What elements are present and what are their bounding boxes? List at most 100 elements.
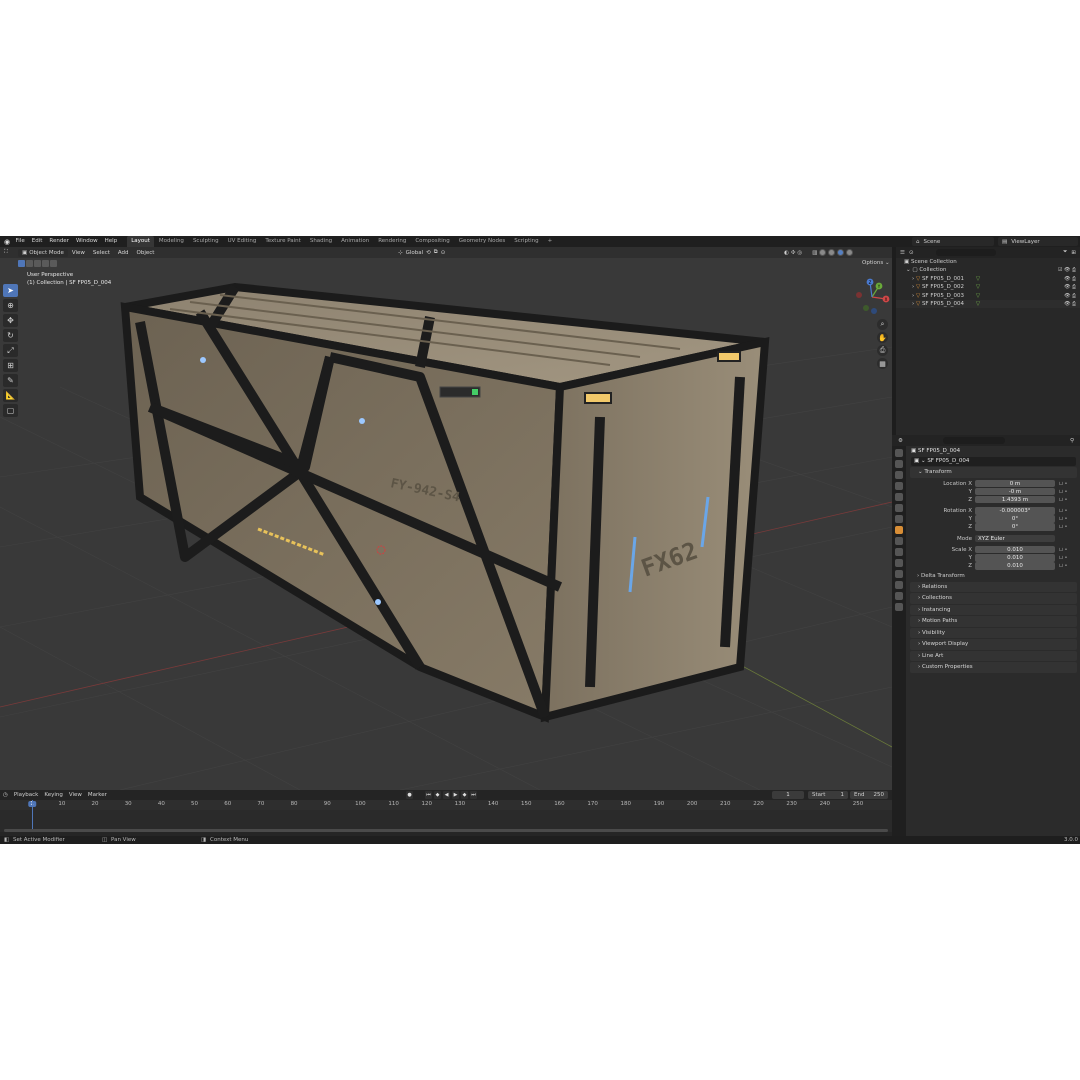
properties-editor-icon[interactable]: ⚙ bbox=[898, 438, 903, 444]
expand-arrow-icon[interactable]: › bbox=[912, 293, 914, 299]
tab-geometry-nodes[interactable]: Geometry Nodes bbox=[454, 236, 509, 247]
proportional-edit-icon[interactable]: ⊙ bbox=[441, 250, 446, 256]
properties-search-input[interactable] bbox=[942, 437, 1005, 444]
menu-file[interactable]: File bbox=[12, 236, 28, 247]
transform-tool-icon[interactable]: ⊞ bbox=[3, 359, 18, 372]
modifiers-tab-icon[interactable] bbox=[895, 537, 903, 545]
lock-icon[interactable]: ⊔ • bbox=[1059, 562, 1067, 570]
lock-icon[interactable]: ⊔ • bbox=[1059, 554, 1067, 562]
menu-marker[interactable]: Marker bbox=[85, 792, 110, 798]
scene-selector[interactable]: ⌂ Scene bbox=[912, 237, 994, 246]
tool-tab-icon[interactable] bbox=[895, 449, 903, 457]
menu-playback[interactable]: Playback bbox=[11, 792, 42, 798]
lock-icon[interactable]: ⊔ • bbox=[1059, 523, 1067, 531]
outliner-item[interactable]: › ▽ SF FP05_D_001 ▽ 👁 ⎙ bbox=[896, 275, 1080, 283]
end-frame-field[interactable]: End 250 bbox=[850, 791, 888, 799]
xray-icon[interactable]: ▥ bbox=[812, 250, 817, 256]
viewport-display-panel-header[interactable]: › Viewport Display bbox=[910, 639, 1077, 650]
world-tab-icon[interactable] bbox=[895, 504, 903, 512]
rotation-mode-select[interactable]: XYZ Euler bbox=[975, 534, 1055, 543]
outliner-item[interactable]: › ▽ SF FP05_D_003 ▽ 👁 ⎙ bbox=[896, 292, 1080, 300]
tab-sculpting[interactable]: Sculpting bbox=[188, 236, 223, 247]
scale-y-field[interactable]: 0.010 bbox=[975, 554, 1055, 562]
outliner-search-input[interactable] bbox=[935, 249, 996, 256]
timeline-editor[interactable]: ◷ Playback Keying View Marker ● ⏮ ◆ ◀ ▶ … bbox=[0, 790, 892, 836]
lock-icon[interactable]: ⊔ • bbox=[1059, 507, 1067, 515]
navigation-gizmo[interactable]: X Y Z bbox=[852, 277, 892, 317]
start-frame-field[interactable]: Start 1 bbox=[808, 791, 848, 799]
wireframe-shading-icon[interactable] bbox=[819, 249, 827, 256]
texture-tab-icon[interactable] bbox=[895, 603, 903, 611]
play-reverse-icon[interactable]: ◀ bbox=[443, 791, 450, 799]
view-layer-selector[interactable]: ▤ ViewLayer bbox=[998, 237, 1078, 246]
zoom-icon[interactable]: ⌕ bbox=[877, 319, 888, 330]
pin-icon[interactable]: ⚲ bbox=[1070, 438, 1074, 444]
snap-icon[interactable]: ⧉ bbox=[434, 249, 438, 256]
rendered-shading-icon[interactable] bbox=[846, 249, 854, 256]
3d-viewport[interactable]: FY-942-S4 FX62 ⛶ ▣ Object Mode View Sele… bbox=[0, 247, 892, 790]
outliner-item-selected[interactable]: › ▽ SF FP05_D_004 ▽ 👁 ⎙ bbox=[896, 299, 1080, 309]
rotation-z-field[interactable]: 0° bbox=[975, 523, 1055, 532]
menu-render[interactable]: Render bbox=[46, 236, 73, 247]
scene-tab-icon[interactable] bbox=[895, 493, 903, 501]
select-extend-icon[interactable] bbox=[26, 260, 33, 267]
scale-z-field[interactable]: 0.010 bbox=[975, 562, 1055, 570]
current-frame-field[interactable]: 1 bbox=[772, 791, 804, 799]
menu-select[interactable]: Select bbox=[89, 250, 114, 256]
tab-uv-editing[interactable]: UV Editing bbox=[223, 236, 261, 247]
view-layer-tab-icon[interactable] bbox=[895, 482, 903, 490]
timeline-editor-icon[interactable]: ◷ bbox=[0, 792, 11, 798]
jump-end-icon[interactable]: ⏭ bbox=[470, 791, 477, 799]
tab-texture-paint[interactable]: Texture Paint bbox=[261, 236, 306, 247]
menu-object[interactable]: Object bbox=[133, 250, 159, 256]
outliner[interactable]: ☰ ⊙ ⏷ ⊞ ▣ Scene Collection ⌄ ▢ Collectio… bbox=[896, 247, 1080, 435]
move-tool-icon[interactable]: ✥ bbox=[3, 314, 18, 327]
playhead[interactable] bbox=[32, 800, 33, 832]
delta-transform-header[interactable]: › Delta Transform bbox=[907, 572, 1080, 580]
collection-tab-icon[interactable] bbox=[895, 515, 903, 523]
filter-icon[interactable]: ⏷ bbox=[1063, 249, 1067, 256]
relations-panel-header[interactable]: › Relations bbox=[910, 581, 1077, 593]
record-icon[interactable]: ● bbox=[406, 791, 413, 799]
frame-ruler[interactable]: 1102030405060708090100110120130140150160… bbox=[0, 800, 892, 810]
tab-animation[interactable]: Animation bbox=[337, 236, 374, 247]
object-tab-icon[interactable] bbox=[895, 526, 903, 534]
collections-panel-header[interactable]: › Collections bbox=[910, 593, 1077, 604]
mode-selector[interactable]: ▣ Object Mode bbox=[18, 248, 68, 257]
output-tab-icon[interactable] bbox=[895, 471, 903, 479]
options-dropdown[interactable]: Options ⌄ bbox=[862, 260, 890, 266]
editor-type-icon[interactable]: ⛶ bbox=[4, 249, 8, 256]
location-y-field[interactable]: -0 m bbox=[975, 487, 1055, 496]
physics-tab-icon[interactable] bbox=[895, 559, 903, 567]
particles-tab-icon[interactable] bbox=[895, 548, 903, 556]
scale-x-field[interactable]: 0.010 bbox=[975, 545, 1055, 554]
menu-help[interactable]: Help bbox=[101, 236, 121, 247]
visibility-icon[interactable]: ◐ bbox=[784, 250, 789, 256]
pivot-icon[interactable]: ⟲ bbox=[426, 250, 431, 256]
visibility-icons[interactable]: 👁 ⎙ bbox=[1064, 292, 1076, 300]
collection-visibility-icons[interactable]: ☑ 👁 ⎙ bbox=[1058, 266, 1076, 274]
camera-view-icon[interactable]: ⎙ bbox=[877, 345, 888, 356]
tab-rendering[interactable]: Rendering bbox=[374, 236, 411, 247]
select-invert-icon[interactable] bbox=[42, 260, 49, 267]
location-z-field[interactable]: 1.4393 m bbox=[975, 495, 1055, 504]
object-name-field[interactable]: ▣ ⌄ SF FP05_D_004 bbox=[911, 457, 1076, 466]
rotation-x-field[interactable]: -0.000003° bbox=[975, 507, 1055, 515]
instancing-panel-header[interactable]: › Instancing bbox=[910, 604, 1077, 616]
line-art-panel-header[interactable]: › Line Art bbox=[910, 650, 1077, 662]
menu-view[interactable]: View bbox=[68, 250, 89, 256]
material-preview-icon[interactable] bbox=[837, 249, 845, 256]
select-new-icon[interactable] bbox=[18, 260, 25, 267]
lock-icon[interactable]: ⊔ • bbox=[1059, 480, 1067, 488]
visibility-icons[interactable]: 👁 ⎙ bbox=[1064, 300, 1076, 308]
menu-timeline-view[interactable]: View bbox=[66, 792, 85, 798]
scene-collection-row[interactable]: ▣ Scene Collection bbox=[896, 258, 1080, 266]
custom-properties-panel-header[interactable]: › Custom Properties bbox=[910, 662, 1077, 673]
lock-icon[interactable]: ⊔ • bbox=[1059, 488, 1067, 496]
new-collection-icon[interactable]: ⊞ bbox=[1071, 250, 1076, 256]
measure-tool-icon[interactable]: 📐 bbox=[3, 389, 18, 402]
cursor-tool-icon[interactable]: ⊕ bbox=[3, 299, 18, 312]
lock-icon[interactable]: ⊔ • bbox=[1059, 546, 1067, 554]
transform-panel-header[interactable]: ⌄ Transform bbox=[910, 467, 1077, 478]
data-tab-icon[interactable] bbox=[895, 581, 903, 589]
